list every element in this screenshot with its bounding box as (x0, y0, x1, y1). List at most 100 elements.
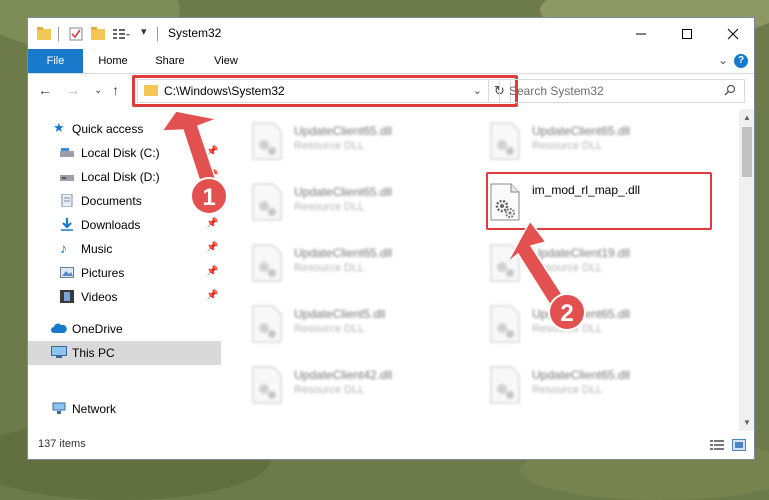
sidebar-item-videos[interactable]: Videos 📌 (28, 285, 221, 309)
maximize-button[interactable] (664, 18, 710, 49)
list-item[interactable]: UpdateClient65.dll Resource DLL (459, 353, 689, 409)
file-name: UpdateClient65.dll (532, 307, 631, 321)
pin-icon[interactable]: 📌 (206, 194, 218, 205)
videos-icon (60, 290, 74, 303)
sidebar-item-this-pc[interactable]: This PC (28, 341, 221, 365)
list-item[interactable]: UpdateClient65.dll Resource DLL (221, 109, 451, 165)
list-item[interactable]: UpdateClient65.dll Resource DLL (221, 231, 451, 287)
sidebar-item-local-disk-c[interactable]: Local Disk (C:) 📌 (28, 141, 221, 165)
scroll-down-icon[interactable]: ▼ (743, 418, 751, 427)
sidebar-item-local-disk-d[interactable]: Local Disk (D:) 📌 (28, 165, 221, 189)
tab-share[interactable]: Share (144, 49, 196, 73)
tab-file[interactable]: File (28, 49, 83, 73)
file-name: UpdateClient42.dll (294, 368, 393, 382)
file-type: Resource DLL (532, 384, 603, 396)
pin-icon[interactable]: 📌 (206, 146, 218, 157)
pin-icon[interactable]: 📌 (206, 170, 218, 181)
dll-file-icon (252, 305, 282, 343)
dll-file-icon (490, 305, 520, 343)
scroll-thumb[interactable] (742, 127, 752, 177)
qa-dropdown-icon[interactable]: ▾ (141, 25, 147, 38)
sidebar-item-documents[interactable]: Documents 📌 (28, 189, 221, 213)
navigation-bar: ← → ⌄ ↑ C:\Windows\System32 ⌄ ↻ Search S… (28, 74, 754, 109)
sidebar-item-network[interactable]: Network (28, 397, 221, 421)
window-title: System32 (168, 26, 222, 40)
file-name: UpdateClient5.dll (294, 307, 386, 321)
sidebar-item-label: Documents (81, 194, 142, 208)
drive-icon (60, 175, 74, 181)
pin-icon[interactable]: 📌 (206, 290, 218, 301)
help-icon[interactable]: ? (734, 54, 748, 68)
expand-ribbon-icon[interactable]: ⌄ (718, 53, 728, 67)
dll-file-icon (252, 366, 282, 404)
close-button[interactable] (710, 18, 754, 49)
tab-view[interactable]: View (200, 49, 252, 73)
file-name: UpdateClient65.dll (294, 185, 393, 199)
minimize-button[interactable] (618, 18, 664, 49)
list-item[interactable]: UpdateClient65.dll Resource DLL (221, 170, 451, 226)
dll-file-icon (252, 122, 282, 160)
file-type: Resource DLL (294, 262, 365, 274)
large-icons-view-icon[interactable] (732, 439, 746, 451)
file-highlight-box (486, 172, 712, 230)
sidebar-item-label: This PC (72, 346, 115, 360)
details-view-icon[interactable] (710, 439, 724, 451)
network-icon (52, 402, 66, 414)
cloud-icon (51, 323, 67, 333)
dll-file-icon (490, 244, 520, 282)
sidebar-item-label: Quick access (72, 122, 144, 136)
search-icon[interactable] (724, 84, 736, 96)
minimize-icon (636, 33, 646, 34)
back-arrow-icon[interactable]: ← (38, 82, 52, 98)
title-bar: ▾ System32 (28, 18, 754, 49)
file-name: UpdateClient65.dll (294, 246, 393, 260)
qa-separator (157, 27, 158, 41)
pin-icon[interactable]: 📌 (206, 242, 218, 253)
new-folder-icon[interactable] (91, 26, 105, 42)
list-item[interactable]: UpdateClient42.dll Resource DLL (221, 353, 451, 409)
file-type: Resource DLL (294, 140, 365, 152)
dll-file-icon (252, 244, 282, 282)
file-type: Resource DLL (294, 323, 365, 335)
tab-home[interactable]: Home (86, 49, 140, 73)
search-input[interactable]: Search System32 (509, 84, 604, 98)
file-type: Resource DLL (532, 323, 603, 335)
properties-icon[interactable] (69, 26, 83, 42)
file-type: Resource DLL (294, 384, 365, 396)
file-type: Resource DLL (532, 140, 603, 152)
file-type: Resource DLL (294, 201, 365, 213)
file-name: UpdateClient65.dll (532, 124, 631, 138)
recent-locations-icon[interactable]: ⌄ (94, 85, 102, 96)
sidebar-item-music[interactable]: ♪ Music 📌 (28, 237, 221, 261)
forward-arrow-icon[interactable]: → (66, 82, 80, 98)
sidebar-item-label: Pictures (81, 266, 125, 280)
download-icon (61, 218, 73, 231)
sidebar-item-downloads[interactable]: Downloads 📌 (28, 213, 221, 237)
sidebar-item-pictures[interactable]: Pictures 📌 (28, 261, 221, 285)
dll-file-icon (490, 366, 520, 404)
dll-file-icon (490, 122, 520, 160)
vertical-scrollbar[interactable]: ▲ ▼ (739, 109, 754, 431)
file-name: UpdateClient19.dll (532, 246, 631, 260)
list-item[interactable]: UpdateClient5.dll Resource DLL (221, 292, 451, 348)
list-item[interactable]: UpdateClient65.dll Resource DLL (459, 109, 689, 165)
close-icon (727, 28, 739, 39)
search-box[interactable]: Search System32 (499, 79, 745, 103)
status-bar: 137 items (28, 431, 754, 459)
up-arrow-icon[interactable]: ↑ (112, 82, 119, 98)
ribbon-tabs: File Home Share View ⌄ ? (28, 49, 754, 74)
list-item[interactable]: UpdateClient65.dll Resource DLL (459, 292, 689, 348)
music-icon: ♪ (60, 240, 67, 256)
star-icon: ★ (53, 120, 65, 135)
scroll-up-icon[interactable]: ▲ (743, 113, 751, 122)
sidebar-item-onedrive[interactable]: OneDrive (28, 317, 221, 341)
folder-icon (37, 27, 51, 40)
sidebar-item-label: OneDrive (72, 322, 123, 336)
sidebar-item-quick-access[interactable]: ★ Quick access (28, 117, 221, 141)
list-item[interactable]: UpdateClient19.dll Resource DLL (459, 231, 689, 287)
pin-icon[interactable]: 📌 (206, 266, 218, 277)
file-name: UpdateClient65.dll (532, 368, 631, 382)
pin-icon[interactable]: 📌 (206, 218, 218, 229)
customize-toolbar-icon[interactable] (112, 26, 130, 42)
qa-separator (58, 27, 59, 41)
